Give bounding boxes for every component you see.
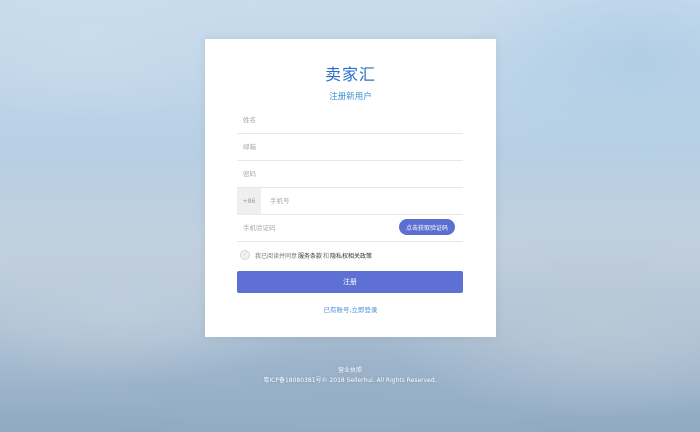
brand-logo: 卖家汇	[205, 61, 496, 85]
name-input[interactable]	[237, 116, 463, 124]
terms-link[interactable]: 服务条款	[298, 251, 322, 260]
email-field-row	[237, 134, 463, 161]
password-input[interactable]	[237, 170, 463, 178]
copyright-text: 粤ICP备18080381号© 2018 Sellerhui. All Righ…	[263, 377, 437, 384]
email-input[interactable]	[237, 143, 463, 151]
business-license-link[interactable]: 营业执照	[0, 366, 700, 376]
agreement-row: ✓ 我已阅读并同意 服务条款 和 隐私权相关政策	[240, 250, 373, 260]
agree-and-text: 和	[323, 252, 330, 260]
privacy-link[interactable]: 隐私权相关政策	[330, 251, 372, 260]
password-field-row	[237, 161, 463, 188]
phone-field-row: +86	[237, 188, 463, 215]
page-footer: 营业执照 粤ICP备18080381号© 2018 Sellerhui. All…	[0, 366, 700, 386]
sms-code-field-row: 点击获取验证码	[237, 215, 463, 242]
form-title: 注册新用户	[329, 92, 372, 102]
logo-text: 卖家汇	[324, 65, 376, 84]
name-field-row	[237, 107, 463, 134]
country-code-prefix: +86	[237, 188, 262, 214]
agree-prefix-text: 我已阅读并同意	[255, 252, 298, 260]
login-link[interactable]: 已有账号,立即登录	[205, 304, 496, 314]
phone-input[interactable]	[261, 197, 463, 205]
register-card: 卖家汇 注册新用户 +86 点击获取验证码 ✓ 我已阅读并同意 服务条款 和 隐…	[205, 39, 496, 337]
get-sms-code-button[interactable]: 点击获取验证码	[398, 219, 455, 235]
register-button[interactable]: 注册	[237, 271, 463, 293]
agree-checkbox[interactable]: ✓	[240, 250, 250, 260]
